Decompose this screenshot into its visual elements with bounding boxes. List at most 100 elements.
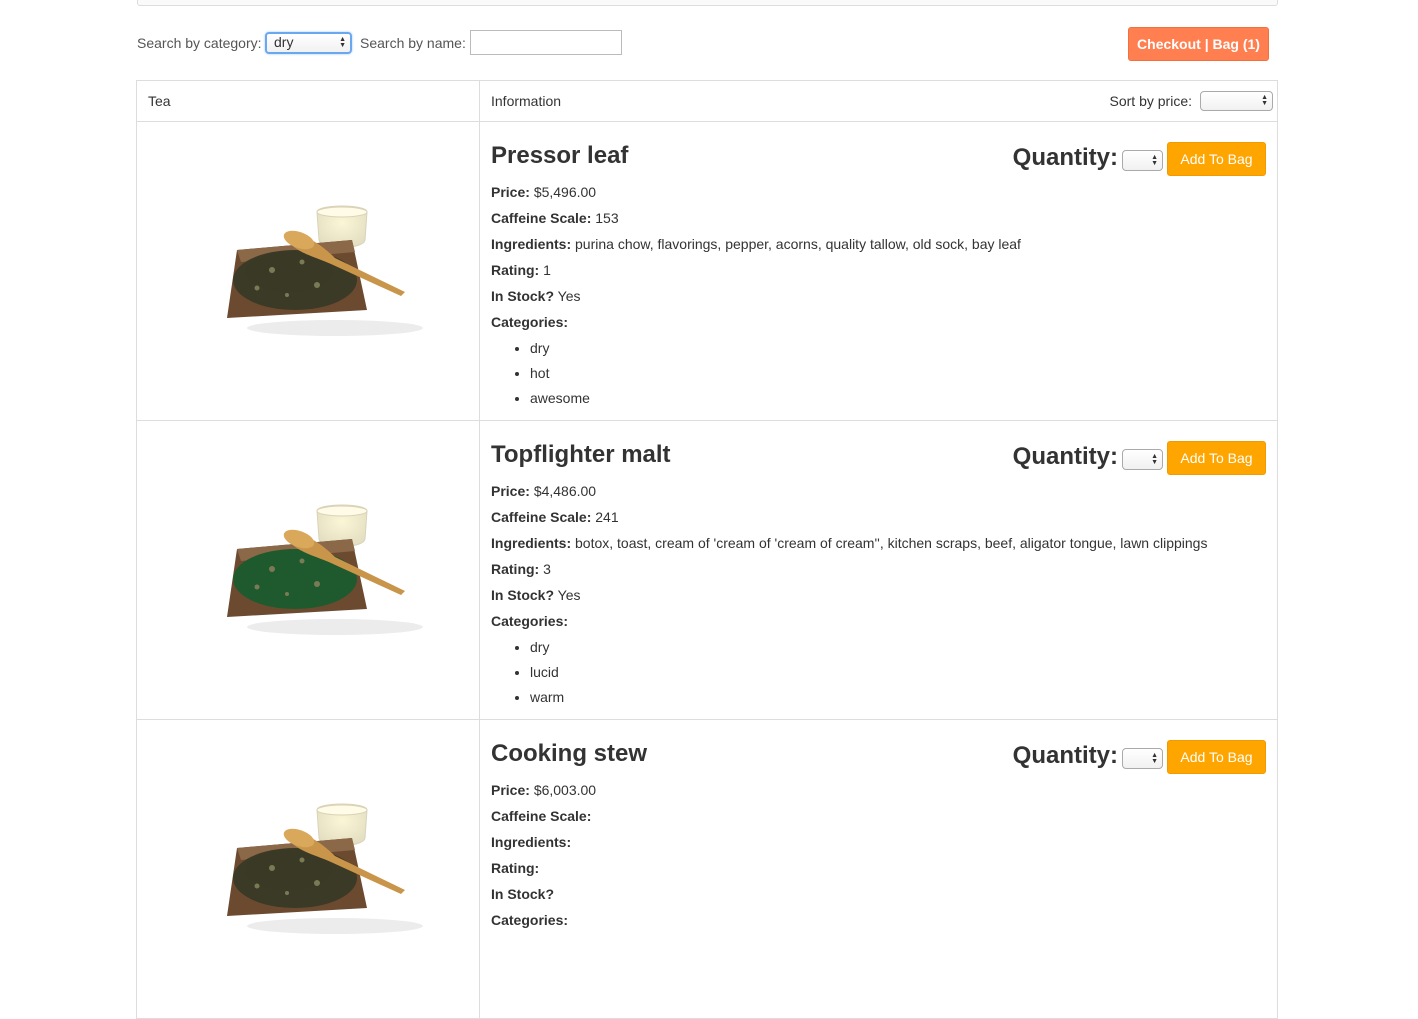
price-label: Price: [491,184,530,200]
rating-label: Rating: [491,262,540,278]
category-item: awesome [530,389,1021,414]
quantity-label: Quantity: [1012,443,1118,470]
select-arrows-icon: ▲ ▼ [339,36,346,49]
ingredients-value: botox, toast, cream of 'cream of 'cream … [575,535,1208,551]
price-label: Price: [491,782,530,798]
category-item: dry [530,339,1021,364]
tea-name: Pressor leaf [491,142,629,169]
name-search-input[interactable] [470,30,622,55]
ingredients-line: Ingredients: botox, toast, cream of 'cre… [491,534,1207,560]
checkout-button[interactable]: Checkout | Bag (1) [1128,27,1269,61]
ingredients-label: Ingredients: [491,236,572,252]
tea-info-cell: Cooking stew Quantity: ▲ ▼ Add To Bag Pri… [479,719,1278,1019]
select-arrows-icon: ▲ ▼ [1151,153,1158,167]
rating-label: Rating: [491,561,540,577]
quantity-label: Quantity: [1012,144,1118,171]
price-value: $6,003.00 [533,782,597,798]
price-line: Price: $5,496.00 [491,183,1021,209]
sort-control: Sort by price: ▲ ▼ [1073,91,1273,111]
in-stock-value: Yes [557,587,581,603]
top-bar [137,0,1278,6]
ingredients-value: purina chow, flavorings, pepper, acorns,… [575,236,1021,252]
in-stock-line: In Stock? Yes [491,287,1021,313]
quantity-control: Quantity: ▲ ▼ Add To Bag [1006,740,1266,774]
tea-image-cell [136,121,480,421]
select-arrows-icon: ▲ ▼ [1151,751,1158,765]
tea-image [227,205,423,336]
caffeine-value: 153 [595,210,619,226]
rating-value: 1 [543,262,551,278]
categories-line: Categories: [491,612,1207,638]
price-value: $4,486.00 [533,483,597,499]
quantity-control: Quantity: ▲ ▼ Add To Bag [1006,142,1266,176]
categories-label: Categories: [491,314,569,330]
info-column-label: Information [491,93,562,109]
quantity-select[interactable]: ▲ ▼ [1122,449,1163,470]
rating-line: Rating: [491,859,596,885]
rating-line: Rating: 3 [491,560,1207,586]
caffeine-line: Caffeine Scale: [491,807,596,833]
tea-image-cell [136,719,480,1019]
categories-label: Categories: [491,912,569,928]
sort-by-price-select[interactable]: ▲ ▼ [1200,91,1273,111]
tea-image-cell [136,420,480,720]
quantity-label: Quantity: [1012,742,1118,769]
table-header-row: Tea Information Sort by price: ▲ ▼ [136,80,1278,122]
tea-table: Tea Information Sort by price: ▲ ▼ Press… [136,80,1278,1019]
in-stock-line: In Stock? Yes [491,586,1207,612]
category-item: hot [530,364,1021,389]
sort-by-price-label: Sort by price: [1109,93,1192,109]
tea-image [227,803,423,934]
category-item: warm [530,688,1207,713]
ingredients-label: Ingredients: [491,834,572,850]
categories-line: Categories: [491,313,1021,339]
tea-column-label: Tea [148,93,171,109]
rating-value: 3 [543,561,551,577]
select-arrows-icon: ▲ ▼ [1151,452,1158,466]
ingredients-line: Ingredients: [491,833,596,859]
filter-controls: Search by category: dry ▲ ▼ Search by nam… [137,27,1269,61]
caffeine-label: Caffeine Scale: [491,509,592,525]
category-select[interactable]: dry ▲ ▼ [265,32,352,54]
categories-label: Categories: [491,613,569,629]
ingredients-label: Ingredients: [491,535,572,551]
in-stock-label: In Stock? [491,886,555,902]
tea-details: Price: $6,003.00 Caffeine Scale: Ingredi… [491,781,596,937]
tea-name: Topflighter malt [491,441,671,468]
tea-details: Price: $5,496.00 Caffeine Scale: 153 Ing… [491,183,1021,414]
category-list: drylucidwarm [491,638,1207,713]
rating-line: Rating: 1 [491,261,1021,287]
add-to-bag-button[interactable]: Add To Bag [1167,441,1266,475]
category-search-label: Search by category: [137,35,262,51]
price-line: Price: $6,003.00 [491,781,596,807]
category-list: dryhotawesome [491,339,1021,414]
tea-image [227,504,423,635]
quantity-select[interactable]: ▲ ▼ [1122,748,1163,769]
in-stock-line: In Stock? [491,885,596,911]
tea-column-header: Tea [136,80,480,122]
caffeine-value: 241 [595,509,619,525]
table-row: Pressor leaf Quantity: ▲ ▼ Add To Bag Pri… [136,121,1278,421]
price-value: $5,496.00 [533,184,597,200]
tea-details: Price: $4,486.00 Caffeine Scale: 241 Ing… [491,482,1207,713]
caffeine-label: Caffeine Scale: [491,808,592,824]
in-stock-label: In Stock? [491,587,555,603]
caffeine-label: Caffeine Scale: [491,210,592,226]
price-label: Price: [491,483,530,499]
category-item: dry [530,638,1207,663]
price-line: Price: $4,486.00 [491,482,1207,508]
in-stock-value: Yes [557,288,581,304]
category-select-value: dry [274,34,294,50]
tea-name: Cooking stew [491,740,648,767]
in-stock-label: In Stock? [491,288,555,304]
add-to-bag-button[interactable]: Add To Bag [1167,740,1266,774]
name-search-label: Search by name: [360,35,466,51]
tea-info-cell: Topflighter malt Quantity: ▲ ▼ Add To Bag… [479,420,1278,720]
rating-label: Rating: [491,860,540,876]
table-row: Topflighter malt Quantity: ▲ ▼ Add To Bag… [136,420,1278,720]
quantity-select[interactable]: ▲ ▼ [1122,150,1163,171]
select-arrows-icon: ▲ ▼ [1261,94,1268,107]
tea-info-cell: Pressor leaf Quantity: ▲ ▼ Add To Bag Pri… [479,121,1278,421]
add-to-bag-button[interactable]: Add To Bag [1167,142,1266,176]
category-item: lucid [530,663,1207,688]
